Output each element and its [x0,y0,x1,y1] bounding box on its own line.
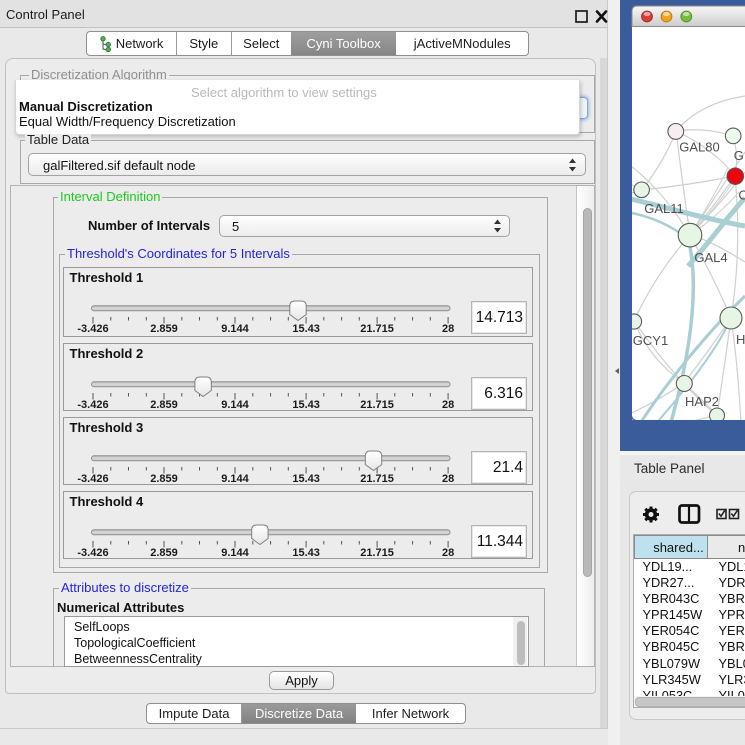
svg-text:28: 28 [441,323,453,335]
svg-text:21.715: 21.715 [360,473,394,484]
svg-text:21.715: 21.715 [360,323,394,335]
svg-text:9.144: 9.144 [221,547,249,558]
svg-text:GAL4: GAL4 [694,250,727,265]
svg-text:21.715: 21.715 [360,547,394,558]
svg-text:GAL80: GAL80 [679,140,719,155]
svg-text:GCY1: GCY1 [633,333,668,348]
svg-text:9.144: 9.144 [221,323,249,335]
svg-text:GAL11: GAL11 [644,201,684,216]
svg-text:HAP2: HAP2 [685,394,719,409]
svg-text:C: C [738,188,745,203]
svg-text:15.43: 15.43 [292,473,320,484]
svg-text:2.859: 2.859 [150,399,178,410]
svg-text:28: 28 [441,547,453,558]
svg-text:2.859: 2.859 [150,547,178,558]
svg-text:9.144: 9.144 [221,473,249,484]
svg-text:9.144: 9.144 [221,399,249,410]
svg-text:G.: G. [734,148,745,163]
svg-text:-3.426: -3.426 [77,323,108,335]
svg-text:28: 28 [441,399,453,410]
svg-text:2.859: 2.859 [150,473,178,484]
svg-text:21.715: 21.715 [360,399,394,410]
svg-text:2.859: 2.859 [150,323,178,335]
svg-text:-3.426: -3.426 [77,399,108,410]
svg-text:15.43: 15.43 [292,547,320,558]
svg-text:H: H [736,332,745,347]
svg-text:15.43: 15.43 [292,399,320,410]
svg-text:28: 28 [441,473,453,484]
svg-text:-3.426: -3.426 [77,473,108,484]
svg-text:-3.426: -3.426 [77,547,108,558]
svg-text:15.43: 15.43 [292,323,320,335]
